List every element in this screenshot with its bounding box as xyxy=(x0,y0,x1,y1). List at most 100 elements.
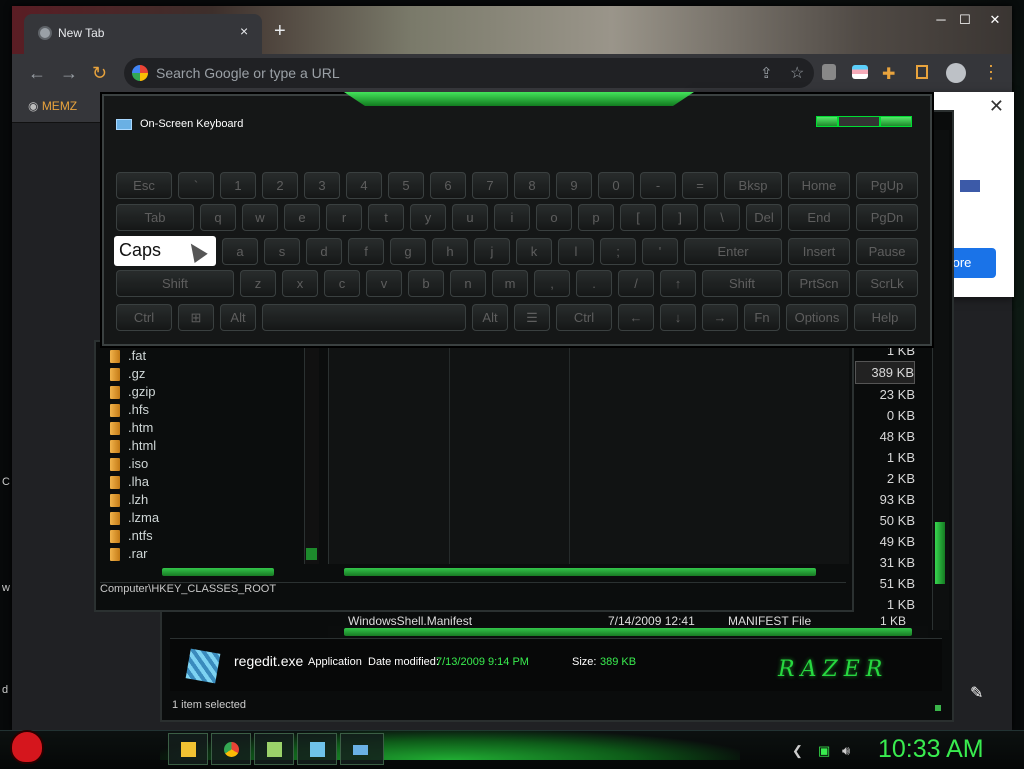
key-/[interactable]: / xyxy=(618,270,654,297)
key-n[interactable]: n xyxy=(450,270,486,297)
tree-hscrollbar[interactable] xyxy=(102,566,300,578)
tree-node[interactable]: .rar xyxy=(106,545,312,563)
key-7[interactable]: 7 xyxy=(472,172,508,199)
scrollbar-thumb[interactable] xyxy=(344,628,912,636)
key-m[interactable]: m xyxy=(492,270,528,297)
key-u[interactable]: u xyxy=(452,204,488,231)
key-s[interactable]: s xyxy=(264,238,300,265)
key-1[interactable]: 1 xyxy=(220,172,256,199)
key--[interactable]: - xyxy=(640,172,676,199)
key-☰[interactable]: ☰ xyxy=(514,304,550,331)
key-options[interactable]: Options xyxy=(786,304,848,331)
address-bar[interactable]: Search Google or type a URL ⇪ ☆ xyxy=(124,58,814,88)
key-v[interactable]: v xyxy=(366,270,402,297)
tab-new-tab[interactable]: New Tab × xyxy=(24,14,262,54)
tree-node[interactable]: .lzh xyxy=(106,491,312,509)
key-3[interactable]: 3 xyxy=(304,172,340,199)
horizontal-scrollbar[interactable] xyxy=(328,626,928,638)
desktop-icon-fragment[interactable]: C xyxy=(2,476,10,488)
key-del[interactable]: Del xyxy=(746,204,782,231)
key-e[interactable]: e xyxy=(284,204,320,231)
key-=[interactable]: = xyxy=(682,172,718,199)
key-2[interactable]: 2 xyxy=(262,172,298,199)
tree-node[interactable]: .hfs xyxy=(106,401,312,419)
key-f[interactable]: f xyxy=(348,238,384,265)
tree-node[interactable]: .lzma xyxy=(106,509,312,527)
key-a[interactable]: a xyxy=(222,238,258,265)
key-scrlk[interactable]: ScrLk xyxy=(856,270,918,297)
tree-node[interactable]: .fat xyxy=(106,347,312,365)
tree-node[interactable]: .ntfs xyxy=(106,527,312,545)
new-tab-button[interactable]: + xyxy=(274,21,286,41)
key-y[interactable]: y xyxy=(410,204,446,231)
key-h[interactable]: h xyxy=(432,238,468,265)
key-pgdn[interactable]: PgDn xyxy=(856,204,918,231)
key-alt[interactable]: Alt xyxy=(472,304,508,331)
tree-node[interactable]: .html xyxy=(106,437,312,455)
key-d[interactable]: d xyxy=(306,238,342,265)
tree-node[interactable]: .lha xyxy=(106,473,312,491)
tree-node[interactable]: .gz xyxy=(106,365,312,383)
pen-icon[interactable]: ✎ xyxy=(970,683,983,703)
key-w[interactable]: w xyxy=(242,204,278,231)
key-j[interactable]: j xyxy=(474,238,510,265)
key-k[interactable]: k xyxy=(516,238,552,265)
key-←[interactable]: ← xyxy=(618,304,654,331)
key-⊞[interactable]: ⊞ xyxy=(178,304,214,331)
scrollbar-thumb[interactable] xyxy=(344,568,816,576)
close-tab-icon[interactable]: × xyxy=(240,23,248,39)
key-help[interactable]: Help xyxy=(854,304,916,331)
key-↓[interactable]: ↓ xyxy=(660,304,696,331)
key-fn[interactable]: Fn xyxy=(744,304,780,331)
maximize-button[interactable]: ☐ xyxy=(954,12,976,28)
key-][interactable]: ] xyxy=(662,204,698,231)
key-↑[interactable]: ↑ xyxy=(660,270,696,297)
tree-node[interactable]: .htm xyxy=(106,419,312,437)
key-5[interactable]: 5 xyxy=(388,172,424,199)
key-'[interactable]: ' xyxy=(642,238,678,265)
extensions-puzzle-icon[interactable]: ✚ xyxy=(882,64,895,84)
key-insert[interactable]: Insert xyxy=(788,238,850,265)
start-button-bird-icon[interactable] xyxy=(10,730,44,764)
key-z[interactable]: z xyxy=(240,270,276,297)
key-ctrl[interactable]: Ctrl xyxy=(116,304,172,331)
key-\[interactable]: \ xyxy=(704,204,740,231)
key-ctrl[interactable]: Ctrl xyxy=(556,304,612,331)
tray-chevron-icon[interactable]: ❮ xyxy=(792,743,803,759)
taskbar-chrome[interactable] xyxy=(211,733,251,765)
key-[[interactable]: [ xyxy=(620,204,656,231)
key-g[interactable]: g xyxy=(390,238,426,265)
key-p[interactable]: p xyxy=(578,204,614,231)
key-end[interactable]: End xyxy=(788,204,850,231)
key-b[interactable]: b xyxy=(408,270,444,297)
key-8[interactable]: 8 xyxy=(514,172,550,199)
taskbar-explorer[interactable] xyxy=(168,733,208,765)
scrollbar-thumb[interactable] xyxy=(935,522,945,584)
bookmark-star-icon[interactable]: ☆ xyxy=(790,63,804,83)
close-popup-icon[interactable]: ✕ xyxy=(989,96,1004,117)
close-window-button[interactable]: ✕ xyxy=(984,12,1006,28)
extension-icon[interactable] xyxy=(852,65,868,79)
key-space[interactable] xyxy=(262,304,466,331)
tray-network-icon[interactable]: ▣ xyxy=(818,743,830,759)
key-;[interactable]: ; xyxy=(600,238,636,265)
key-t[interactable]: t xyxy=(368,204,404,231)
profile-avatar[interactable] xyxy=(946,63,966,83)
key-bksp[interactable]: Bksp xyxy=(724,172,782,199)
key-→[interactable]: → xyxy=(702,304,738,331)
scrollbar-thumb[interactable] xyxy=(162,568,274,576)
desktop-icon-fragment[interactable]: w xyxy=(2,582,10,594)
tree-node[interactable]: .iso xyxy=(106,455,312,473)
key-esc[interactable]: Esc xyxy=(116,172,172,199)
minimize-button[interactable]: ─ xyxy=(930,12,952,28)
taskbar-app[interactable] xyxy=(254,733,294,765)
key-4[interactable]: 4 xyxy=(346,172,382,199)
key-pgup[interactable]: PgUp xyxy=(856,172,918,199)
key-x[interactable]: x xyxy=(282,270,318,297)
tray-volume-icon[interactable]: 🔊︎ xyxy=(842,743,850,759)
key-o[interactable]: o xyxy=(536,204,572,231)
reload-icon[interactable]: ↻ xyxy=(92,63,107,84)
scroll-down-icon[interactable] xyxy=(306,548,317,560)
key-`[interactable]: ` xyxy=(178,172,214,199)
key-shift[interactable]: Shift xyxy=(116,270,234,297)
